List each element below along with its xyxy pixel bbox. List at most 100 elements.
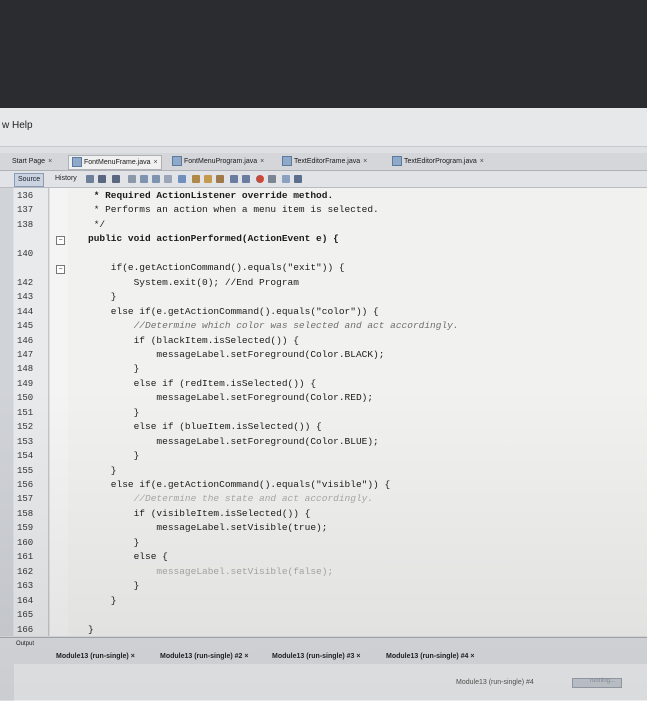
- previous-bookmark-icon[interactable]: [192, 175, 200, 183]
- java-file-icon: [282, 156, 292, 167]
- line-number: 160: [17, 538, 34, 548]
- line-number: 154: [17, 451, 34, 461]
- close-icon[interactable]: ×: [48, 158, 52, 165]
- code-line: }: [88, 465, 117, 476]
- code-line: messageLabel.setVisible(true);: [88, 522, 328, 533]
- line-number: 149: [17, 379, 34, 389]
- history-button[interactable]: History: [52, 173, 80, 185]
- code-line: }: [88, 450, 140, 461]
- output-tab[interactable]: Module13 (run-single) ×: [56, 653, 135, 660]
- status-progress-label: running...: [590, 678, 616, 684]
- tab-start-page[interactable]: Start Page ×: [12, 155, 52, 168]
- code-line: messageLabel.setForeground(Color.BLUE);: [88, 436, 379, 447]
- line-number: 165: [17, 610, 34, 620]
- code-line: if(e.getActionCommand().equals("exit")) …: [88, 262, 345, 273]
- close-icon[interactable]: ×: [363, 158, 367, 165]
- menu-bar: w Help: [0, 108, 647, 147]
- last-edit-icon[interactable]: [86, 175, 94, 183]
- java-file-icon: [72, 157, 82, 168]
- fold-toggle-icon[interactable]: −: [56, 236, 65, 245]
- toggle-rectangular-selection-icon[interactable]: [178, 175, 186, 183]
- code-line: }: [88, 624, 94, 635]
- line-number: 145: [17, 321, 34, 331]
- line-number: 158: [17, 509, 34, 519]
- close-icon[interactable]: ×: [480, 158, 484, 165]
- code-line: * Required ActionListener override metho…: [88, 190, 334, 201]
- comment-icon[interactable]: [282, 175, 290, 183]
- editor-toolbar: Source History: [0, 171, 647, 188]
- close-icon[interactable]: ×: [131, 653, 135, 660]
- code-line: }: [88, 580, 140, 591]
- line-number: 142: [17, 278, 34, 288]
- output-console[interactable]: [14, 664, 647, 701]
- line-number: 144: [17, 307, 34, 317]
- code-line: else if (redItem.isSelected()) {: [88, 378, 317, 389]
- close-icon[interactable]: ×: [470, 653, 474, 660]
- line-number: 166: [17, 625, 34, 635]
- java-file-icon: [392, 156, 402, 167]
- code-line: messageLabel.setForeground(Color.RED);: [88, 392, 374, 403]
- output-tab[interactable]: Module13 (run-single) #2 ×: [160, 653, 249, 660]
- code-line: else {: [88, 551, 168, 562]
- tab-fontmenuframe[interactable]: FontMenuFrame.java ×: [68, 155, 162, 170]
- find-next-icon[interactable]: [152, 175, 160, 183]
- tab-label: TextEditorProgram.java: [404, 158, 477, 165]
- output-panel: Output Module13 (run-single) × Module13 …: [0, 637, 647, 701]
- back-icon[interactable]: [98, 175, 106, 183]
- tab-label: FontMenuProgram.java: [184, 158, 258, 165]
- next-bookmark-icon[interactable]: [204, 175, 212, 183]
- editor-tab-bar: Start Page × FontMenuFrame.java × FontMenu…: [0, 153, 647, 171]
- code-line: }: [88, 291, 117, 302]
- find-icon[interactable]: [128, 175, 136, 183]
- code-line: else if(e.getActionCommand().equals("vis…: [88, 479, 391, 490]
- toggle-highlight-icon[interactable]: [164, 175, 172, 183]
- code-line: //Determine which color was selected and…: [88, 320, 459, 331]
- code-line: messageLabel.setVisible(false);: [88, 566, 334, 577]
- find-previous-icon[interactable]: [140, 175, 148, 183]
- line-number: 159: [17, 523, 34, 533]
- menu-help[interactable]: w Help: [2, 120, 33, 131]
- status-task-label[interactable]: Module13 (run-single) #4: [456, 679, 534, 686]
- line-number: 140: [17, 249, 34, 259]
- code-line: * Performs an action when a menu item is…: [88, 204, 379, 215]
- line-number: 155: [17, 466, 34, 476]
- tab-texteditorprogram[interactable]: TextEditorProgram.java ×: [392, 155, 484, 168]
- tab-fontmenuprogram[interactable]: FontMenuProgram.java ×: [172, 155, 264, 168]
- line-number: 151: [17, 408, 34, 418]
- close-icon[interactable]: ×: [244, 653, 248, 660]
- line-number: 161: [17, 552, 34, 562]
- line-number: 146: [17, 336, 34, 346]
- code-line: }: [88, 407, 140, 418]
- fold-toggle-icon[interactable]: −: [56, 265, 65, 274]
- code-line: public void actionPerformed(ActionEvent …: [88, 233, 339, 244]
- shift-left-icon[interactable]: [230, 175, 238, 183]
- fold-margin: [50, 188, 68, 636]
- code-line: if (visibleItem.isSelected()) {: [88, 508, 311, 519]
- line-number: 164: [17, 596, 34, 606]
- start-macro-icon[interactable]: [256, 175, 264, 183]
- forward-icon[interactable]: [112, 175, 120, 183]
- left-side-panel-strip: [0, 188, 13, 636]
- tab-texteditorframe[interactable]: TextEditorFrame.java ×: [282, 155, 367, 168]
- source-button[interactable]: Source: [14, 173, 45, 187]
- close-icon[interactable]: ×: [260, 158, 264, 165]
- code-line: //Determine the state and act accordingl…: [88, 493, 374, 504]
- output-tab[interactable]: Module13 (run-single) #3 ×: [272, 653, 361, 660]
- output-tab[interactable]: Module13 (run-single) #4 ×: [386, 653, 475, 660]
- line-number: 138: [17, 220, 34, 230]
- line-number: 157: [17, 494, 34, 504]
- code-line: */: [88, 219, 106, 230]
- close-icon[interactable]: ×: [356, 653, 360, 660]
- toggle-bookmark-icon[interactable]: [216, 175, 224, 183]
- code-line: System.exit(0); //End Program: [88, 277, 299, 288]
- line-number: 156: [17, 480, 34, 490]
- shift-right-icon[interactable]: [242, 175, 250, 183]
- line-number: 147: [17, 350, 34, 360]
- stop-macro-icon[interactable]: [268, 175, 276, 183]
- line-number: 137: [17, 205, 34, 215]
- uncomment-icon[interactable]: [294, 175, 302, 183]
- close-icon[interactable]: ×: [154, 159, 158, 166]
- line-number: 150: [17, 393, 34, 403]
- tab-label: Start Page: [12, 158, 46, 165]
- line-number: 148: [17, 364, 34, 374]
